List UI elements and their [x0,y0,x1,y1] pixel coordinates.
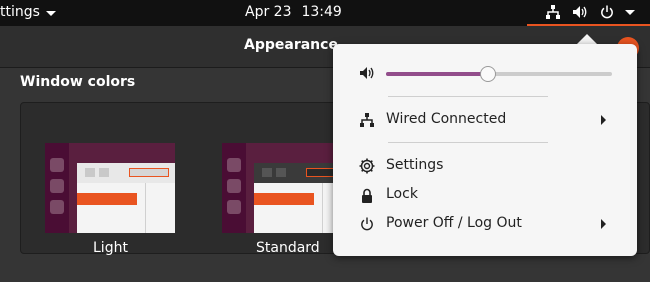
page-title: Appearance [244,37,338,53]
power-icon [358,215,376,233]
chevron-right-icon [601,115,606,125]
preview-button [262,168,272,177]
menu-separator [388,96,548,97]
preview-accent [77,193,137,205]
chevron-right-icon [601,219,606,229]
preview-button [99,168,109,177]
preview-field [129,168,169,177]
preview-dock-item [50,158,64,172]
app-menu[interactable]: ttings [0,4,56,20]
theme-light-preview[interactable] [45,143,175,233]
system-tray[interactable] [527,0,650,26]
menu-item-settings[interactable]: Settings [333,153,637,179]
menu-item-label: Wired Connected [386,111,507,127]
theme-light-label: Light [93,240,128,256]
theme-standard-label: Standard [256,240,320,256]
menu-item-label: Settings [386,157,444,173]
gear-icon [358,157,376,175]
chevron-down-icon [45,10,56,16]
preview-titlebar [77,163,175,183]
top-bar: ttings Apr 23 13:49 [0,0,650,26]
preview-button [276,168,286,177]
volume-icon [358,64,376,82]
preview-dock-item [50,179,64,193]
power-icon[interactable] [599,0,615,24]
clock-date: Apr 23 [245,4,292,20]
preview-dock-item [227,200,241,214]
slider-handle[interactable] [479,66,496,82]
clock-time: 13:49 [301,4,342,20]
clock[interactable]: Apr 23 13:49 [245,4,342,20]
menu-item-power[interactable]: Power Off / Log Out [333,211,637,237]
system-menu: Wired Connected Settings Lock Power Off … [333,44,637,256]
network-wired-icon[interactable] [545,0,561,24]
section-title: Window colors [20,74,136,90]
preview-dock [45,143,69,233]
preview-window [77,163,175,233]
chevron-down-icon [625,9,635,15]
volume-slider[interactable] [386,66,612,82]
menu-caret-icon[interactable] [624,0,636,24]
preview-accent [254,193,314,205]
network-wired-icon [358,111,376,129]
preview-divider [145,183,146,233]
menu-item-lock[interactable]: Lock [333,182,637,208]
menu-item-label: Power Off / Log Out [386,215,522,231]
preview-dock [222,143,246,233]
preview-button [85,168,95,177]
lock-icon [358,186,376,204]
preview-divider [322,183,323,233]
menu-item-network[interactable]: Wired Connected [333,107,637,133]
preview-dock-item [227,179,241,193]
preview-dock-item [227,158,241,172]
app-menu-label: ttings [0,4,40,20]
menu-item-label: Lock [386,186,418,202]
preview-dock-item [50,200,64,214]
menu-separator [388,142,548,143]
volume-icon[interactable] [571,0,589,24]
slider-fill [386,72,488,76]
